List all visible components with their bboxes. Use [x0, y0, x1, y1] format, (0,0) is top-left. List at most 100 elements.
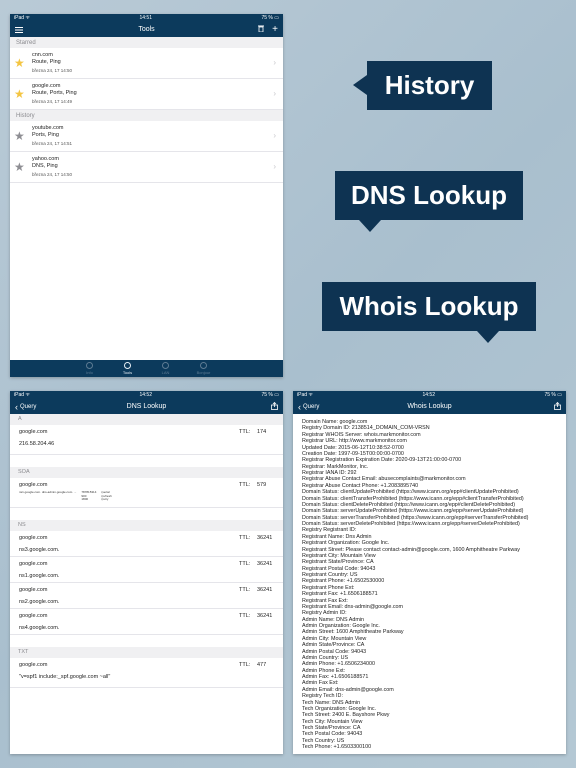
- ttl-value: 36241: [257, 613, 273, 619]
- status-left: iPad ᯤ: [297, 392, 313, 398]
- list-item[interactable]: ★ youtube.com Ports, Ping března 24, 17 …: [10, 121, 283, 152]
- ttl-value: 36241: [257, 535, 273, 541]
- share-icon[interactable]: [271, 401, 278, 412]
- star-filled-icon[interactable]: ★: [14, 57, 25, 69]
- status-bar: iPad ᯤ 14:51 75 % ▭: [10, 14, 283, 22]
- whois-panel: iPad ᯤ 14:52 75 % ▭ ‹ Query Whois Lookup…: [293, 391, 566, 754]
- record-value: "v=spf1 include:_spf.google.com ~all": [19, 674, 111, 680]
- tab-bonjour[interactable]: Bonjour: [194, 362, 214, 375]
- back-label: Query: [303, 403, 320, 410]
- status-time: 14:52: [422, 392, 435, 398]
- status-battery: 75 % ▭: [261, 392, 279, 398]
- ttl-value: 579: [257, 482, 267, 488]
- ttl-value: 174: [257, 429, 267, 435]
- soa-retry: 1800: [81, 497, 89, 502]
- ttl-label: TTL:: [239, 535, 251, 541]
- record-value: ns2.google.com.: [19, 599, 60, 605]
- dns-record-row[interactable]: google.com TTL: 174 216.58.204.46: [10, 425, 283, 455]
- star-gray-icon[interactable]: ★: [14, 161, 25, 173]
- record-value: ns1.google.com.: [19, 573, 60, 579]
- item-date: března 24, 17 14:51: [32, 141, 73, 146]
- info-icon: [86, 362, 93, 369]
- tab-label: Tools: [122, 370, 133, 375]
- dns-record-row[interactable]: google.com TTL: 579 ns1.google.com. dns-…: [10, 478, 283, 508]
- tools-panel: iPad ᯤ 14:51 75 % ▭ Tools + Starred ★ cn…: [10, 14, 283, 377]
- list-item[interactable]: ★ google.com Route, Ports, Ping března 2…: [10, 79, 283, 110]
- section-header-a: A: [10, 414, 283, 425]
- ttl-value: 36241: [257, 561, 273, 567]
- tab-info[interactable]: Info: [80, 362, 100, 375]
- bonjour-icon: [200, 362, 207, 369]
- soa-col3: (serial (refresh (retry: [101, 490, 111, 502]
- section-header-ns: NS: [10, 520, 283, 531]
- ttl-label: TTL:: [239, 587, 251, 593]
- page-title: Tools: [138, 26, 155, 33]
- list-item[interactable]: ★ cnn.com Route, Ping března 24, 17 14:5…: [10, 48, 283, 79]
- callout-label: History: [384, 70, 475, 100]
- chevron-left-icon: ‹: [298, 401, 301, 412]
- status-left: iPad ᯤ: [14, 15, 30, 21]
- item-host: cnn.com: [32, 52, 53, 58]
- item-tools: Ports, Ping: [32, 132, 59, 138]
- dns-panel: iPad ᯤ 14:52 75 % ▭ ‹ Query DNS Lookup A…: [10, 391, 283, 754]
- chevron-right-icon: ›: [273, 58, 276, 67]
- back-label: Query: [20, 403, 37, 410]
- tab-tools[interactable]: Tools: [118, 362, 138, 375]
- callout-label: DNS Lookup: [351, 180, 507, 210]
- list-item[interactable]: ★ yahoo.com DNS, Ping března 24, 17 14:5…: [10, 152, 283, 183]
- page-title: Whois Lookup: [407, 403, 452, 410]
- star-gray-icon[interactable]: ★: [14, 130, 25, 142]
- soa-col1: ns1.google.com. dns-admin.google.com. ..…: [19, 490, 77, 494]
- item-tools: Route, Ping: [32, 59, 61, 65]
- ttl-label: TTL:: [239, 482, 251, 488]
- star-filled-icon[interactable]: ★: [14, 88, 25, 100]
- item-date: března 24, 17 14:49: [32, 99, 73, 104]
- callout-whois: Whois Lookup: [322, 282, 536, 343]
- chevron-right-icon: ›: [273, 162, 276, 171]
- item-date: března 24, 17 14:50: [32, 68, 73, 73]
- status-left: iPad ᯤ: [14, 392, 30, 398]
- lan-icon: [162, 362, 169, 369]
- share-icon[interactable]: [554, 401, 561, 412]
- item-tools: Route, Ports, Ping: [32, 90, 77, 96]
- chevron-left-icon: ‹: [15, 401, 18, 412]
- tools-icon: [124, 362, 131, 369]
- dns-record-row[interactable]: google.com TTL: 36241 ns2.google.com.: [10, 583, 283, 609]
- ttl-value: 36241: [257, 587, 273, 593]
- callout-label: Whois Lookup: [339, 291, 519, 321]
- tab-label: Bonjour: [196, 370, 211, 375]
- callout-pointer: [477, 331, 499, 343]
- dns-record-row[interactable]: google.com TTL: 36241 ns4.google.com.: [10, 609, 283, 635]
- dns-record-row[interactable]: google.com TTL: 36241 ns1.google.com.: [10, 557, 283, 583]
- record-value: ns3.google.com.: [19, 547, 60, 553]
- item-tools: DNS, Ping: [32, 163, 58, 169]
- callout-pointer: [359, 220, 381, 232]
- dns-record-row[interactable]: google.com TTL: 36241 ns3.google.com.: [10, 531, 283, 557]
- ttl-label: TTL:: [239, 429, 251, 435]
- status-time: 14:52: [139, 392, 152, 398]
- dns-record-row[interactable]: google.com TTL: 477 "v=spf1 include:_spf…: [10, 658, 283, 688]
- tab-bar: Info Tools LAN Bonjour: [10, 360, 283, 377]
- soa-col2: 787815314 900 1800: [81, 490, 96, 502]
- tab-label: Info: [86, 370, 93, 375]
- chevron-right-icon: ›: [273, 131, 276, 140]
- tab-lan[interactable]: LAN: [156, 362, 176, 375]
- back-button[interactable]: ‹ Query: [298, 399, 319, 414]
- add-icon[interactable]: +: [272, 24, 278, 35]
- soa-detail: ns1.google.com. dns-admin.google.com. ..…: [19, 488, 274, 502]
- soa-retry-label: (retry: [101, 497, 109, 502]
- starred-header: Starred: [10, 37, 283, 48]
- callout-dns: DNS Lookup: [335, 171, 523, 232]
- ttl-label: TTL:: [239, 662, 251, 668]
- back-button[interactable]: ‹ Query: [15, 399, 36, 414]
- menu-icon[interactable]: [15, 22, 23, 37]
- item-host: yahoo.com: [32, 156, 59, 162]
- ttl-label: TTL:: [239, 613, 251, 619]
- tab-label: LAN: [161, 370, 170, 375]
- nav-bar: ‹ Query DNS Lookup: [10, 399, 283, 414]
- trash-icon[interactable]: [258, 25, 265, 34]
- item-date: března 24, 17 14:50: [32, 172, 73, 177]
- item-host: youtube.com: [32, 125, 64, 131]
- ttl-value: 477: [257, 662, 267, 668]
- item-host: google.com: [32, 83, 61, 89]
